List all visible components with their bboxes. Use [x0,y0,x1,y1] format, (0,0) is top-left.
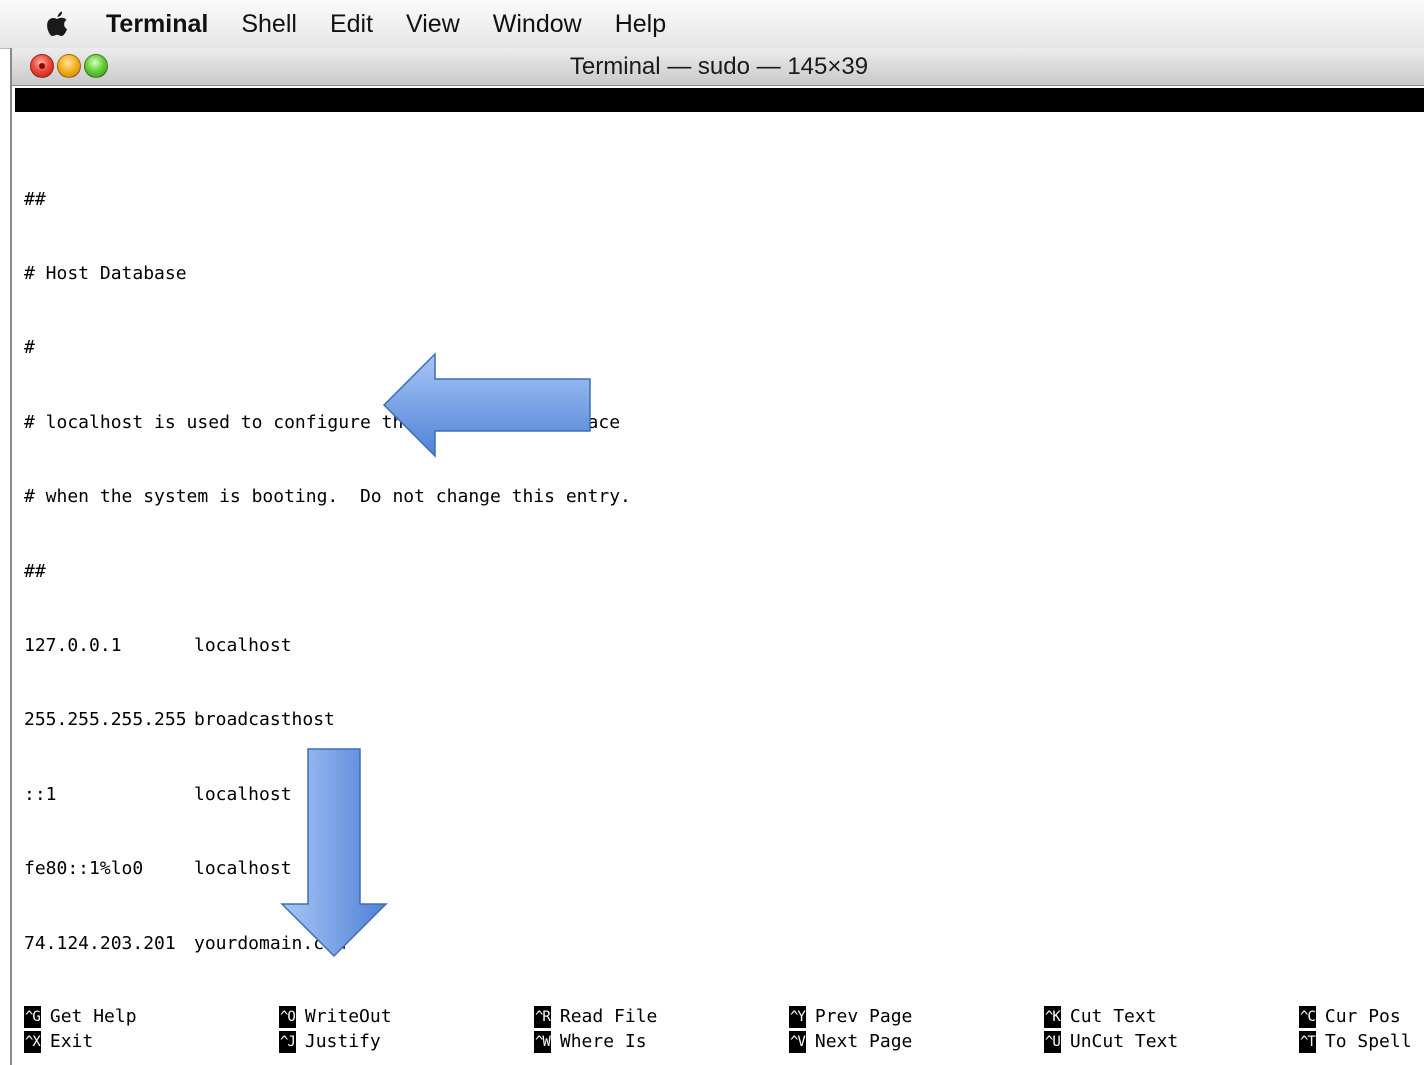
shortcut-label: Read File [559,1006,658,1027]
shortcut-key: ^Y [789,1006,806,1028]
window-titlebar[interactable]: Terminal — sudo — 145×39 [12,48,1424,86]
apple-menu-icon[interactable] [46,11,68,37]
shortcut-key: ^O [279,1006,296,1028]
shortcut-label: Next Page [814,1031,913,1052]
shortcut-justify[interactable]: ^J Justify [279,1029,381,1054]
menu-bar: Terminal Shell Edit View Window Help [0,0,1424,49]
shortcut-exit[interactable]: ^X Exit [24,1029,93,1054]
left-arrow-annotation-icon [382,352,591,458]
comment-line: # Host Database [24,262,187,284]
shortcut-label: To Spell [1324,1031,1412,1052]
comment-line: ## [24,188,46,210]
nano-header-bar: GNU nano 2.0.6 File: /private/etc/hosts [15,88,1424,158]
host-entry: 127.0.0.1 localhost [24,634,631,659]
window-title: Terminal — sudo — 145×39 [569,53,869,80]
host-entry-name: localhost [194,634,292,656]
shortcut-label: Justify [304,1031,381,1052]
host-entry-name: broadcasthost [194,709,335,731]
host-entry-ip: fe80::1%lo0 [24,858,144,880]
shortcut-key: ^X [24,1031,41,1053]
shortcut-label: Get Help [49,1006,137,1027]
shortcut-read-file[interactable]: ^R Read File [534,1004,657,1029]
host-entry-ip: ::1 [24,783,57,805]
nano-version: GNU nano 2.0.6 [47,113,199,134]
menu-window[interactable]: Window [493,10,582,39]
comment-line: ## [24,560,46,582]
shortcut-key: ^R [534,1006,551,1028]
shortcut-label: Prev Page [814,1006,913,1027]
shortcut-key: ^C [1299,1006,1316,1028]
shortcut-label: Cut Text [1069,1006,1157,1027]
terminal-content[interactable]: GNU nano 2.0.6 File: /private/etc/hosts … [12,86,1424,1065]
host-entry-ip: 127.0.0.1 [24,634,122,656]
menu-app-terminal[interactable]: Terminal [106,10,208,39]
host-entry-ip: 74.124.203.201 [24,932,176,954]
shortcut-next-page[interactable]: ^V Next Page [789,1029,912,1054]
menu-edit[interactable]: Edit [330,10,373,39]
shortcut-get-help[interactable]: ^G Get Help [24,1004,137,1029]
shortcut-key: ^W [534,1031,551,1053]
menu-shell[interactable]: Shell [241,10,297,39]
shortcut-uncut-text[interactable]: ^U UnCut Text [1044,1029,1178,1054]
down-arrow-annotation-icon [280,748,388,958]
shortcut-key: ^U [1044,1031,1061,1053]
shortcut-to-spell[interactable]: ^T To Spell [1299,1029,1412,1054]
shortcut-where-is[interactable]: ^W Where Is [534,1029,647,1054]
shortcut-key: ^K [1044,1006,1061,1028]
shortcut-label: Where Is [559,1031,647,1052]
host-entry-ip: 255.255.255.255 [24,709,187,731]
menu-help[interactable]: Help [615,10,666,39]
shortcut-writeout[interactable]: ^O WriteOut [279,1004,392,1029]
shortcut-label: Exit [49,1031,94,1052]
host-entry-name: localhost [194,858,292,880]
shortcut-cut-text[interactable]: ^K Cut Text [1044,1004,1157,1029]
shortcut-prev-page[interactable]: ^Y Prev Page [789,1004,912,1029]
shortcut-key: ^G [24,1006,41,1028]
menu-view[interactable]: View [406,10,460,39]
shortcut-cur-pos[interactable]: ^C Cur Pos [1299,1004,1401,1029]
shortcut-label: WriteOut [304,1006,392,1027]
shortcut-label: UnCut Text [1069,1031,1179,1052]
comment-line: # when the system is booting. Do not cha… [24,486,631,508]
host-entry: 255.255.255.255 broadcasthost [24,708,631,733]
shortcut-key: ^T [1299,1031,1316,1053]
shortcut-label: Cur Pos [1324,1006,1401,1027]
nano-shortcut-bar: ^G Get Help ^O WriteOut ^R Read File ^Y Prev… [24,1004,1424,1056]
shortcut-key: ^V [789,1031,806,1053]
shortcut-key: ^J [279,1031,296,1053]
terminal-window: Terminal — sudo — 145×39 GNU nano 2.0.6 … [10,48,1424,1065]
host-entry-name: localhost [194,783,292,805]
